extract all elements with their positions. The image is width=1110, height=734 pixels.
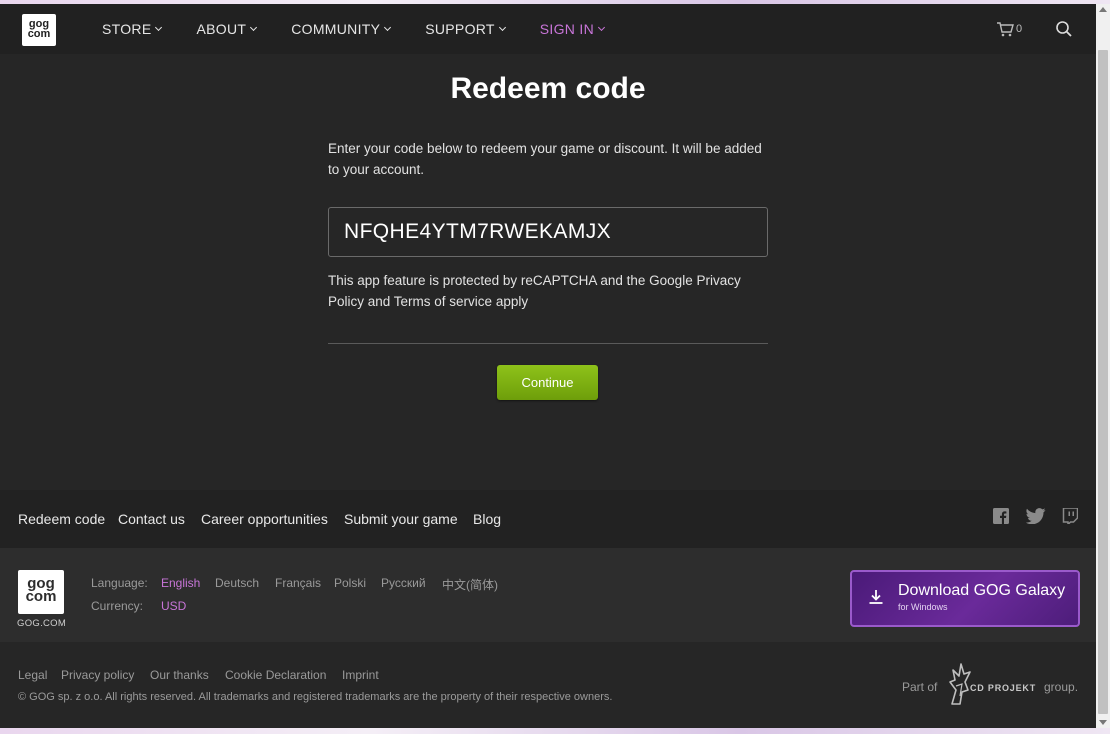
part-of-text: Part of — [902, 680, 938, 694]
footer-link-imprint[interactable]: Imprint — [342, 668, 379, 682]
cd-projekt-logo-icon[interactable] — [946, 660, 972, 706]
nav-about[interactable]: ABOUT — [196, 21, 258, 37]
language-label: Language: — [91, 576, 148, 590]
nav-community[interactable]: COMMUNITY — [291, 21, 392, 37]
lang-option-russian[interactable]: Русский — [381, 576, 426, 590]
vertical-scrollbar[interactable] — [1096, 4, 1110, 728]
footer-gog-logo[interactable]: gog com — [18, 570, 64, 614]
page: gog com STORE ABOUT COMMUNITY SUPPORT SI… — [0, 4, 1096, 728]
currency-value[interactable]: USD — [161, 599, 186, 613]
nav-about-label: ABOUT — [196, 21, 247, 37]
twitch-icon — [1062, 507, 1079, 527]
footer-link-submit-game[interactable]: Submit your game — [344, 511, 458, 527]
chevron-down-icon — [155, 23, 163, 32]
cart-icon — [997, 22, 1014, 37]
cd-projekt-name: CD PROJEKT — [970, 683, 1037, 693]
footer-link-cookie-declaration[interactable]: Cookie Declaration — [225, 668, 326, 682]
cart-button[interactable]: 0 — [996, 21, 1022, 37]
group-text: group. — [1044, 680, 1079, 694]
copyright-text: © GOG sp. z o.o. All rights reserved. Al… — [18, 691, 613, 703]
lang-option-english[interactable]: English — [161, 576, 200, 590]
footer-link-redeem-code[interactable]: Redeem code — [18, 511, 105, 527]
chevron-down-icon — [250, 23, 258, 32]
lang-option-francais[interactable]: Français — [275, 576, 321, 590]
scroll-down-arrow-icon[interactable] — [1099, 720, 1107, 725]
footer-link-our-thanks[interactable]: Our thanks — [150, 668, 209, 682]
lang-option-chinese[interactable]: 中文(简体) — [442, 576, 498, 593]
nav-sign-in[interactable]: SIGN IN — [539, 21, 606, 37]
lang-option-polski[interactable]: Polski — [334, 576, 366, 590]
nav-store[interactable]: STORE — [102, 21, 163, 37]
intro-text: Enter your code below to redeem your gam… — [328, 141, 762, 177]
main-nav: STORE ABOUT COMMUNITY SUPPORT SIGN IN — [102, 4, 639, 54]
divider — [328, 343, 768, 344]
download-galaxy-button[interactable]: Download GOG Galaxy for Windows — [850, 570, 1080, 627]
footer-logo-label: GOG.COM — [17, 618, 67, 629]
footer-link-legal[interactable]: Legal — [18, 668, 47, 682]
twitch-link[interactable] — [1062, 507, 1079, 529]
footer-links-bar: Redeem code Contact us Career opportunit… — [0, 490, 1096, 548]
lang-option-deutsch[interactable]: Deutsch — [215, 576, 259, 590]
site-header: gog com STORE ABOUT COMMUNITY SUPPORT SI… — [0, 4, 1096, 54]
footer-logo-line-2: com — [25, 588, 57, 605]
footer-link-blog[interactable]: Blog — [473, 511, 501, 527]
chevron-down-icon — [597, 23, 606, 32]
facebook-link[interactable] — [993, 508, 1009, 529]
twitter-icon — [1025, 508, 1046, 525]
footer-link-careers[interactable]: Career opportunities — [201, 511, 328, 527]
search-button[interactable] — [1055, 20, 1073, 43]
download-icon — [869, 590, 883, 604]
scroll-up-arrow-icon[interactable] — [1099, 7, 1107, 12]
search-icon — [1056, 21, 1072, 37]
galaxy-button-sublabel: for Windows — [898, 602, 948, 612]
footer-language-section: gog com GOG.COM Language: English Deutsc… — [0, 548, 1096, 642]
scrollbar-thumb[interactable] — [1098, 50, 1108, 714]
continue-button[interactable]: Continue — [497, 365, 598, 400]
nav-support-label: SUPPORT — [425, 21, 495, 37]
chevron-down-icon — [498, 23, 506, 32]
nav-support[interactable]: SUPPORT — [425, 21, 506, 37]
twitter-link[interactable] — [1025, 508, 1046, 529]
footer-link-privacy-policy[interactable]: Privacy policy — [61, 668, 134, 682]
cart-count: 0 — [1016, 23, 1023, 35]
gog-logo[interactable]: gog com — [22, 14, 56, 46]
window-bottom-strip — [0, 728, 1110, 734]
code-input[interactable] — [328, 207, 768, 257]
footer-bottom: Legal Privacy policy Our thanks Cookie D… — [0, 642, 1096, 728]
nav-community-label: COMMUNITY — [291, 21, 381, 37]
currency-label: Currency: — [91, 599, 144, 613]
logo-line-2: com — [27, 28, 51, 40]
recaptcha-note: This app feature is protected by reCAPTC… — [328, 273, 741, 309]
chevron-down-icon — [384, 23, 392, 32]
nav-store-label: STORE — [102, 21, 152, 37]
nav-sign-in-label: SIGN IN — [539, 21, 594, 37]
page-title: Redeem code — [450, 72, 646, 105]
facebook-icon — [993, 508, 1009, 524]
galaxy-button-label: Download GOG Galaxy — [898, 582, 1066, 599]
footer-link-contact-us[interactable]: Contact us — [118, 511, 185, 527]
